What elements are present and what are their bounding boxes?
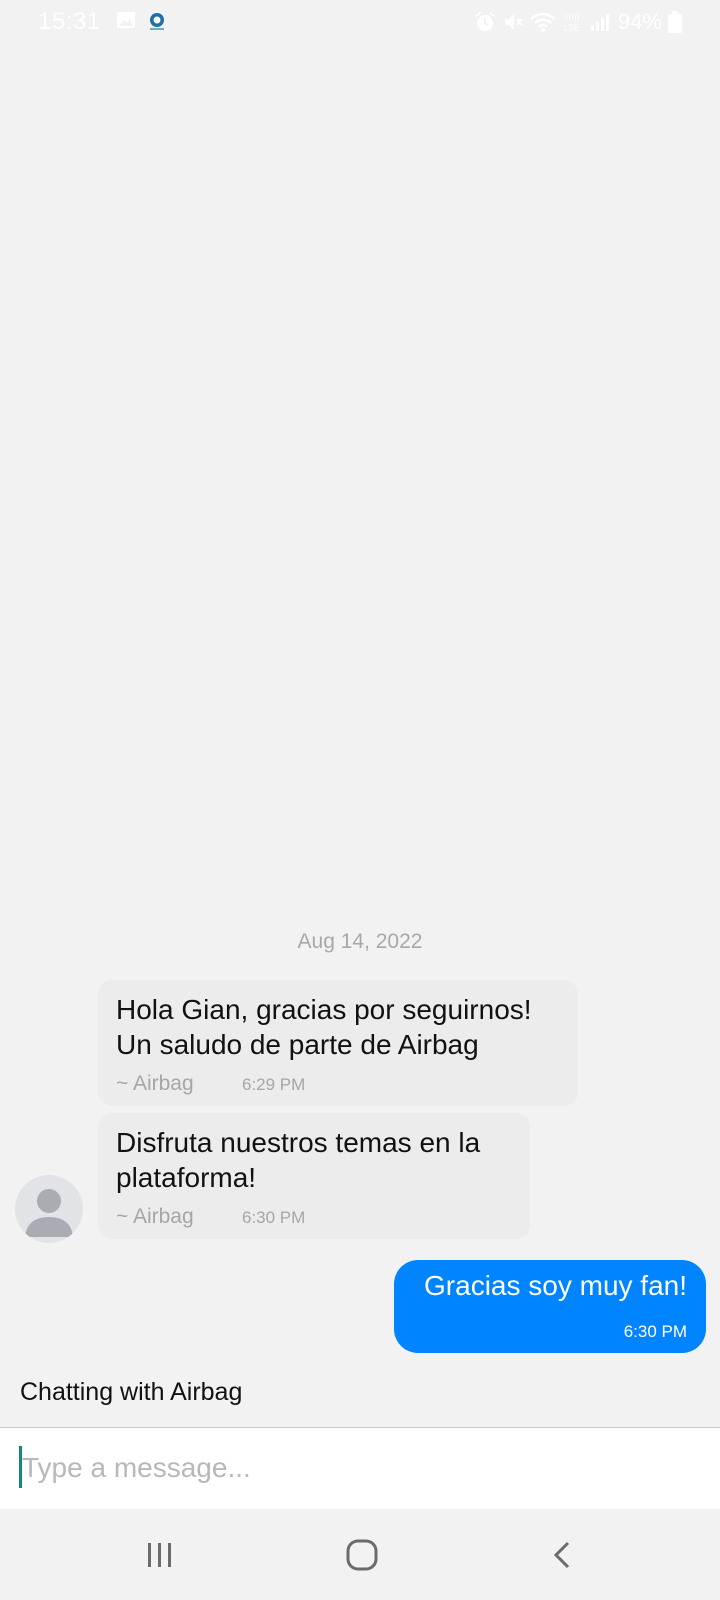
message-sender: ~ Airbag bbox=[116, 1205, 194, 1228]
recent-apps-button[interactable] bbox=[120, 1530, 200, 1580]
message-input[interactable] bbox=[22, 1438, 702, 1498]
svg-text:Vo)): Vo)) bbox=[563, 12, 580, 22]
alarm-icon bbox=[475, 12, 495, 31]
back-icon bbox=[553, 1541, 570, 1569]
signal-icon bbox=[590, 14, 609, 31]
chatting-with-label: Chatting with Airbag bbox=[20, 1378, 243, 1406]
message-bubble-incoming[interactable]: Hola Gian, gracias por seguirnos! Un sal… bbox=[98, 980, 578, 1106]
volte-icon: Vo)) LTE bbox=[563, 12, 580, 33]
message-bubble-incoming[interactable]: Disfruta nuestros temas en la plataforma… bbox=[98, 1113, 530, 1239]
recent-apps-icon bbox=[148, 1543, 171, 1567]
home-button[interactable] bbox=[322, 1530, 402, 1580]
message-bubble-outgoing[interactable]: Gracias soy muy fan! 6:30 PM bbox=[394, 1260, 706, 1353]
status-time: 15:31 bbox=[38, 8, 101, 35]
message-time: 6:30 PM bbox=[242, 1208, 306, 1227]
battery-percent: 94% bbox=[617, 9, 662, 34]
chat-screen: 15:31 Vo)) LTE 94% Aug 14, 2022 Hola Gia… bbox=[0, 0, 720, 1600]
message-text: Disfruta nuestros temas en la plataforma… bbox=[116, 1127, 481, 1193]
svg-text:LTE: LTE bbox=[564, 23, 580, 33]
date-separator: Aug 14, 2022 bbox=[297, 930, 423, 953]
mute-icon bbox=[504, 14, 523, 30]
gallery-icon bbox=[117, 12, 135, 28]
navigation-bar bbox=[0, 1510, 720, 1600]
battery-icon bbox=[668, 11, 682, 33]
message-time: 6:30 PM bbox=[623, 1322, 687, 1341]
message-text: Hola Gian, gracias por seguirnos! Un sal… bbox=[116, 994, 532, 1060]
app-notification-icon bbox=[150, 13, 164, 30]
message-sender: ~ Airbag bbox=[116, 1072, 194, 1095]
status-icons: Vo)) LTE 94% bbox=[474, 9, 682, 35]
message-composer bbox=[0, 1427, 720, 1509]
message-text: Gracias soy muy fan! bbox=[424, 1270, 687, 1301]
wifi-icon bbox=[530, 12, 556, 32]
avatar[interactable] bbox=[15, 1175, 83, 1243]
message-meta: ~ Airbag 6:30 PM bbox=[116, 1205, 512, 1229]
message-meta: ~ Airbag 6:29 PM bbox=[116, 1072, 560, 1096]
message-time: 6:29 PM bbox=[242, 1075, 306, 1094]
home-icon bbox=[346, 1539, 378, 1571]
status-bar: 15:31 Vo)) LTE 94% bbox=[0, 0, 720, 44]
back-button[interactable] bbox=[523, 1530, 603, 1580]
person-icon bbox=[25, 1189, 73, 1237]
